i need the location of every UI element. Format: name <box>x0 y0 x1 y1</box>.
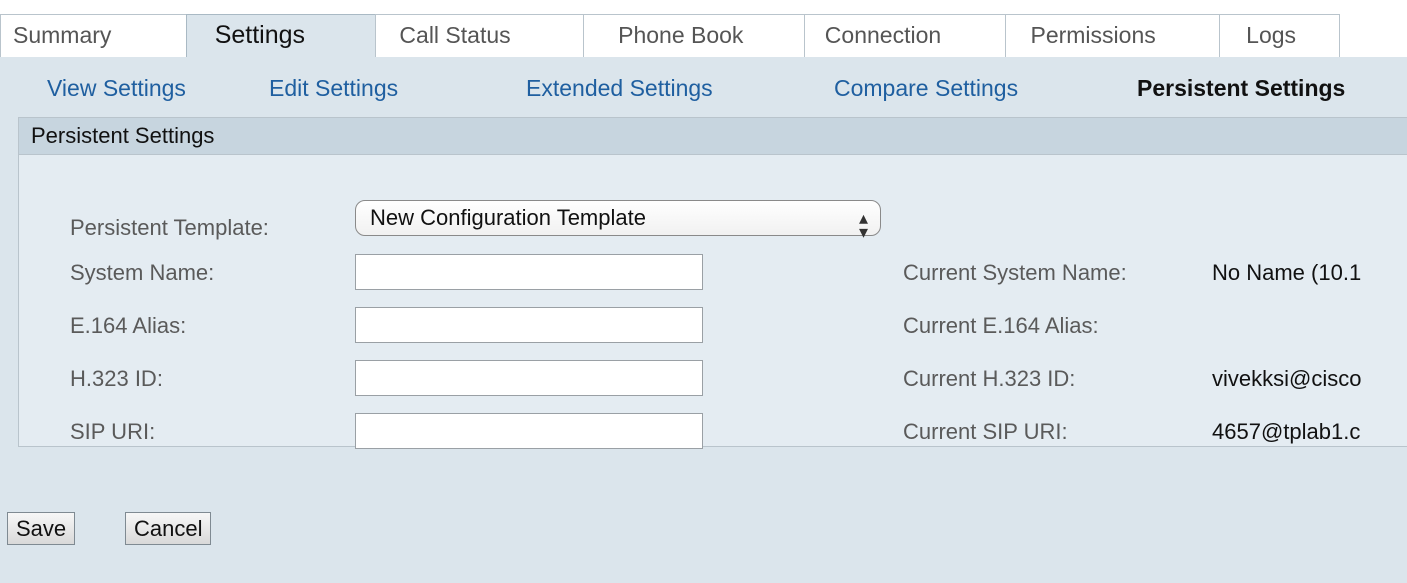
e164-alias-label: E.164 Alias: <box>70 313 187 338</box>
persistent-settings-panel: Persistent Settings <box>18 117 1407 447</box>
tab-summary[interactable]: Summary <box>0 14 187 57</box>
panel-title: Persistent Settings <box>19 118 1407 155</box>
cancel-button[interactable]: Cancel <box>125 512 212 545</box>
tab-settings[interactable]: Settings <box>185 14 377 58</box>
up-down-chevron-icon: ▴ ▾ <box>858 208 868 242</box>
main-content: View Settings Edit Settings Extended Set… <box>0 57 1407 583</box>
current-h323-id-value: vivekksi@cisco <box>1212 366 1362 391</box>
e164-alias-input[interactable] <box>355 307 703 343</box>
tab-call-status[interactable]: Call Status <box>375 14 585 57</box>
top-tab-bar: Summary Settings Call Status Phone Book … <box>0 0 1407 58</box>
system-name-input[interactable] <box>355 254 703 290</box>
current-e164-alias-label: Current E.164 Alias: <box>903 313 1099 338</box>
subnav-persistent-settings[interactable]: Persistent Settings <box>1137 75 1345 102</box>
settings-subnav: View Settings Edit Settings Extended Set… <box>0 57 1407 115</box>
sip-uri-label: SIP URI: <box>70 419 156 444</box>
subnav-compare-settings[interactable]: Compare Settings <box>834 75 1018 102</box>
persistent-template-value: New Configuration Template <box>370 205 646 230</box>
tab-list: Summary Settings Call Status Phone Book … <box>0 14 1340 58</box>
h323-id-input[interactable] <box>355 360 703 396</box>
subnav-edit-settings[interactable]: Edit Settings <box>269 75 398 102</box>
sip-uri-input[interactable] <box>355 413 703 449</box>
tab-logs[interactable]: Logs <box>1219 14 1340 57</box>
tab-permissions[interactable]: Permissions <box>1005 14 1221 57</box>
current-h323-id-label: Current H.323 ID: <box>903 366 1076 391</box>
system-name-label: System Name: <box>70 260 215 285</box>
tab-phone-book[interactable]: Phone Book <box>583 14 805 57</box>
current-system-name-value: No Name (10.1 <box>1212 260 1362 285</box>
tab-connection[interactable]: Connection <box>803 14 1007 57</box>
current-system-name-label: Current System Name: <box>903 260 1127 285</box>
persistent-template-label: Persistent Template: <box>70 215 269 240</box>
persistent-template-select[interactable]: New Configuration Template ▴ ▾ <box>355 200 881 242</box>
subnav-extended-settings[interactable]: Extended Settings <box>526 75 713 102</box>
h323-id-label: H.323 ID: <box>70 366 163 391</box>
current-sip-uri-label: Current SIP URI: <box>903 419 1068 444</box>
current-sip-uri-value: 4657@tplab1.c <box>1212 419 1361 444</box>
subnav-view-settings[interactable]: View Settings <box>47 75 186 102</box>
save-button[interactable]: Save <box>7 512 76 545</box>
